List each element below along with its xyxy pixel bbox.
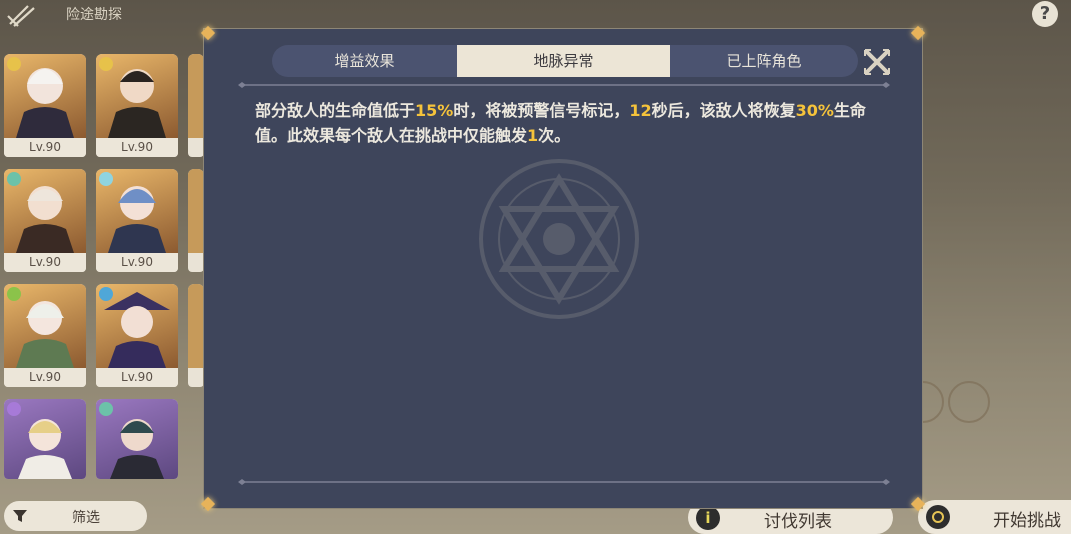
anemo-icon bbox=[7, 172, 21, 186]
geo-icon bbox=[99, 57, 113, 71]
desc-text: 时，将被预警信号标记， bbox=[453, 101, 630, 120]
abyss-emblem-watermark bbox=[479, 159, 639, 319]
corner-ornament bbox=[200, 496, 216, 512]
character-card[interactable] bbox=[4, 399, 86, 479]
confirm-circle-icon bbox=[926, 505, 950, 529]
hunt-list-label: 讨伐列表 bbox=[764, 512, 832, 532]
side-circle-button[interactable] bbox=[948, 381, 990, 423]
character-card[interactable]: Lv.90 bbox=[96, 54, 178, 157]
tab-deployed-characters[interactable]: 已上阵角色 bbox=[670, 45, 858, 77]
filter-button[interactable]: 筛选 bbox=[4, 501, 147, 531]
filter-label: 筛选 bbox=[72, 510, 100, 526]
anemo-icon bbox=[99, 402, 113, 416]
character-card[interactable]: Lv.90 bbox=[4, 284, 86, 387]
character-level: Lv.90 bbox=[4, 138, 86, 157]
desc-value: 15% bbox=[415, 101, 454, 120]
cryo-icon bbox=[99, 172, 113, 186]
desc-text: 秒后，该敌人将恢复 bbox=[651, 101, 796, 120]
modal-tabs: 增益效果 地脉异常 已上阵角色 bbox=[272, 45, 858, 77]
character-portrait bbox=[188, 169, 204, 253]
top-divider bbox=[238, 82, 890, 88]
help-button[interactable]: ? bbox=[1032, 1, 1058, 27]
corner-ornament bbox=[910, 25, 926, 41]
info-icon: i bbox=[696, 506, 720, 530]
desc-text: 部分敌人的生命值低于 bbox=[255, 101, 416, 120]
character-level: Lv.90 bbox=[4, 368, 86, 387]
character-card[interactable]: Lv.90 bbox=[96, 284, 178, 387]
character-level: Lv.90 bbox=[96, 253, 178, 272]
character-card-partial[interactable] bbox=[188, 284, 204, 387]
character-card-partial[interactable] bbox=[188, 169, 204, 272]
geo-icon bbox=[7, 57, 21, 71]
character-portrait bbox=[188, 284, 204, 368]
hydro-icon bbox=[99, 287, 113, 301]
close-icon[interactable] bbox=[864, 49, 890, 75]
character-card[interactable]: Lv.90 bbox=[96, 169, 178, 272]
character-card[interactable]: Lv.90 bbox=[4, 169, 86, 272]
corner-ornament bbox=[910, 496, 926, 512]
tab-ley-line-disorder[interactable]: 地脉异常 bbox=[457, 45, 670, 77]
desc-value: 30% bbox=[795, 101, 834, 120]
character-portrait bbox=[188, 54, 204, 138]
bottom-divider bbox=[238, 479, 890, 485]
desc-value: 12 bbox=[629, 101, 652, 120]
filter-icon bbox=[13, 510, 27, 522]
desc-text: 次。 bbox=[538, 126, 571, 145]
character-card-partial[interactable] bbox=[188, 54, 204, 157]
ley-line-description: 部分敌人的生命值低于15%时，将被预警信号标记，12秒后，该敌人将恢复30%生命… bbox=[255, 98, 885, 148]
dendro-icon bbox=[7, 287, 21, 301]
character-level: Lv.90 bbox=[96, 368, 178, 387]
character-card[interactable]: Lv.90 bbox=[4, 54, 86, 157]
ley-line-modal: 增益效果 地脉异常 已上阵角色 部分敌人的生命值低于15%时，将被预警信号标记，… bbox=[203, 28, 923, 509]
character-level: Lv.90 bbox=[96, 138, 178, 157]
electro-icon bbox=[7, 402, 21, 416]
character-level: Lv.90 bbox=[4, 253, 86, 272]
character-card[interactable] bbox=[96, 399, 178, 479]
corner-ornament bbox=[200, 25, 216, 41]
start-challenge-button[interactable]: 开始挑战 bbox=[918, 500, 1071, 534]
page-title: 险途勘探 bbox=[66, 7, 122, 23]
tab-buffs[interactable]: 增益效果 bbox=[272, 45, 457, 77]
start-challenge-label: 开始挑战 bbox=[993, 511, 1061, 531]
expedition-icon bbox=[7, 5, 35, 27]
desc-value: 1 bbox=[527, 126, 539, 145]
